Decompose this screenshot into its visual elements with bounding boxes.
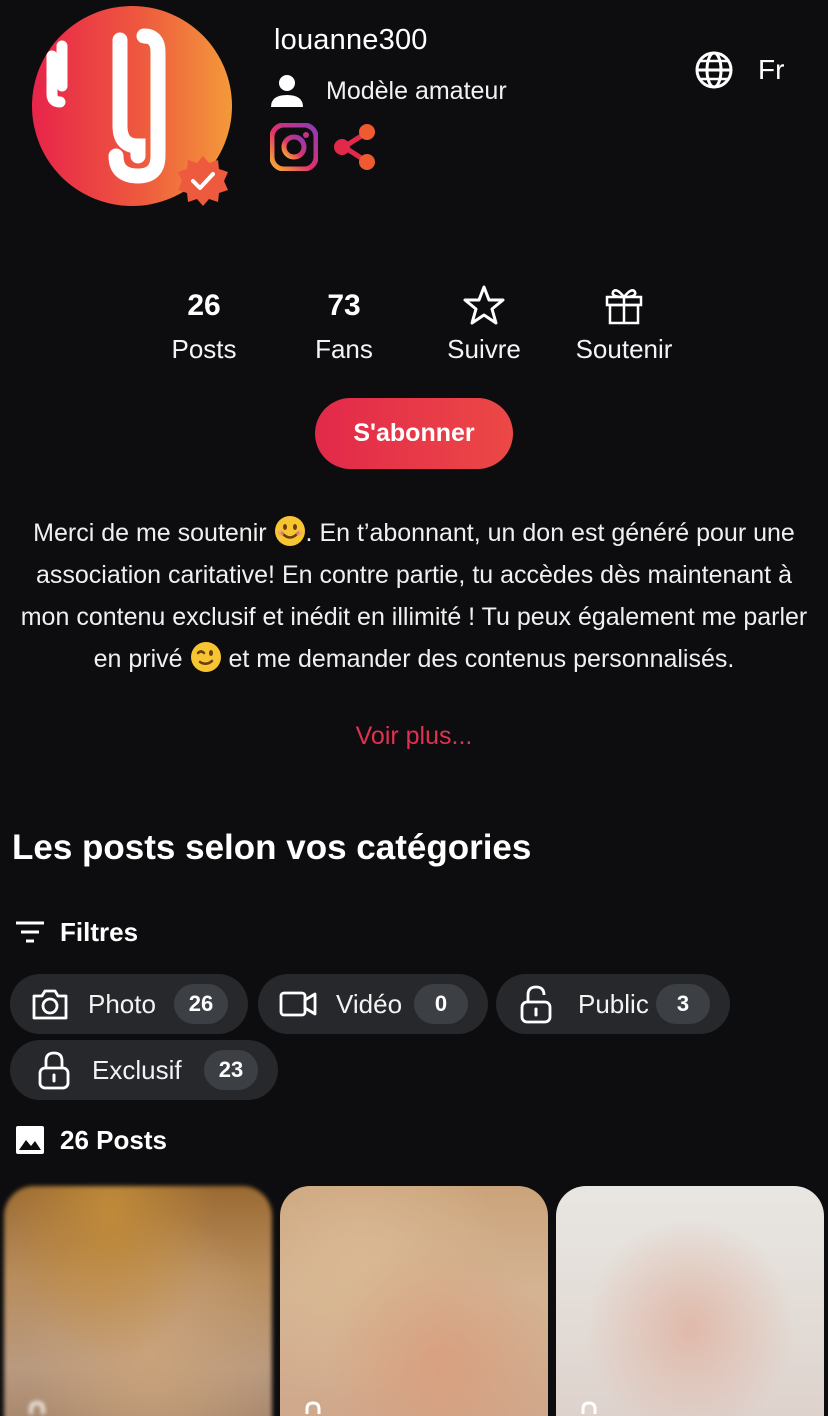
profile-stats: 26 Posts 73 Fans Suivre Soutenir xyxy=(0,284,828,374)
posts-total-label: 26 Posts xyxy=(60,1124,167,1155)
lock-icon xyxy=(38,1051,70,1090)
bio-text-1: Merci de me soutenir xyxy=(33,519,274,547)
posts-label: Posts xyxy=(171,334,237,364)
lock-icon xyxy=(29,1401,45,1414)
posts-count: 26 xyxy=(187,289,221,322)
social-links xyxy=(270,122,378,172)
username: louanne300 xyxy=(274,24,428,56)
lock-icon xyxy=(581,1401,597,1414)
chip-public-label: Public xyxy=(578,988,649,1019)
image-icon xyxy=(16,1126,44,1154)
fans-label: Fans xyxy=(315,334,373,364)
unlock-icon xyxy=(520,985,552,1024)
lock-icon xyxy=(305,1401,321,1414)
person-icon xyxy=(271,75,303,107)
follow-label: Suivre xyxy=(447,334,521,364)
language-label: Fr xyxy=(758,54,785,85)
filters-button[interactable]: Filtres xyxy=(14,916,138,948)
camera-icon xyxy=(32,989,68,1020)
chip-video-label: Vidéo xyxy=(336,988,403,1019)
stat-posts[interactable]: 26 Posts xyxy=(124,284,284,365)
see-more-link[interactable]: Voir plus... xyxy=(0,722,828,751)
chip-public[interactable]: Public 3 xyxy=(496,974,730,1034)
gift-icon xyxy=(605,289,643,325)
chip-photo-label: Photo xyxy=(88,988,156,1019)
language-selector[interactable]: Fr xyxy=(694,50,784,90)
share-icon[interactable] xyxy=(332,122,378,172)
chip-exclusive-count: 23 xyxy=(204,1050,258,1090)
chip-public-count: 3 xyxy=(656,984,710,1024)
profile-avatar[interactable] xyxy=(32,6,232,206)
chip-photo-count: 26 xyxy=(174,984,228,1024)
chip-photo[interactable]: Photo 26 xyxy=(10,974,248,1034)
posts-count-header: 26 Posts xyxy=(14,1124,167,1156)
smiling-emoji-icon xyxy=(274,516,305,546)
support-label: Soutenir xyxy=(575,334,673,364)
role-label: Modèle amateur xyxy=(326,76,507,105)
winking-emoji-icon xyxy=(190,642,221,672)
verified-badge-icon xyxy=(178,156,228,206)
stat-fans[interactable]: 73 Fans xyxy=(264,284,424,365)
role-row: Modèle amateur xyxy=(268,72,507,110)
fans-count: 73 xyxy=(327,289,361,322)
post-thumbnail[interactable] xyxy=(280,1186,548,1416)
profile-bio: Merci de me soutenir . En t’abonnant, un… xyxy=(14,512,814,680)
follow-button[interactable]: Suivre xyxy=(404,284,564,365)
post-thumbnail[interactable] xyxy=(556,1186,824,1416)
chip-video-count: 0 xyxy=(414,984,468,1024)
subscribe-button[interactable]: S'abonner xyxy=(315,398,513,469)
instagram-icon[interactable] xyxy=(270,123,318,171)
post-thumbnail[interactable] xyxy=(4,1186,272,1416)
star-icon xyxy=(463,285,505,325)
chip-video[interactable]: Vidéo 0 xyxy=(258,974,488,1034)
chip-exclusive[interactable]: Exclusif 23 xyxy=(10,1040,278,1100)
chip-exclusive-label: Exclusif xyxy=(92,1054,182,1085)
video-icon xyxy=(279,991,317,1017)
filters-label: Filtres xyxy=(60,916,139,947)
bio-text-3: et me demander des contenus personnalisé… xyxy=(221,645,735,673)
globe-icon xyxy=(695,51,733,89)
support-button[interactable]: Soutenir xyxy=(544,284,704,365)
section-title: Les posts selon vos catégories xyxy=(12,828,532,867)
profile-page: louanne300 Modèle amateur Fr 26 Posts 73… xyxy=(0,0,828,1416)
filter-icon xyxy=(16,921,44,943)
